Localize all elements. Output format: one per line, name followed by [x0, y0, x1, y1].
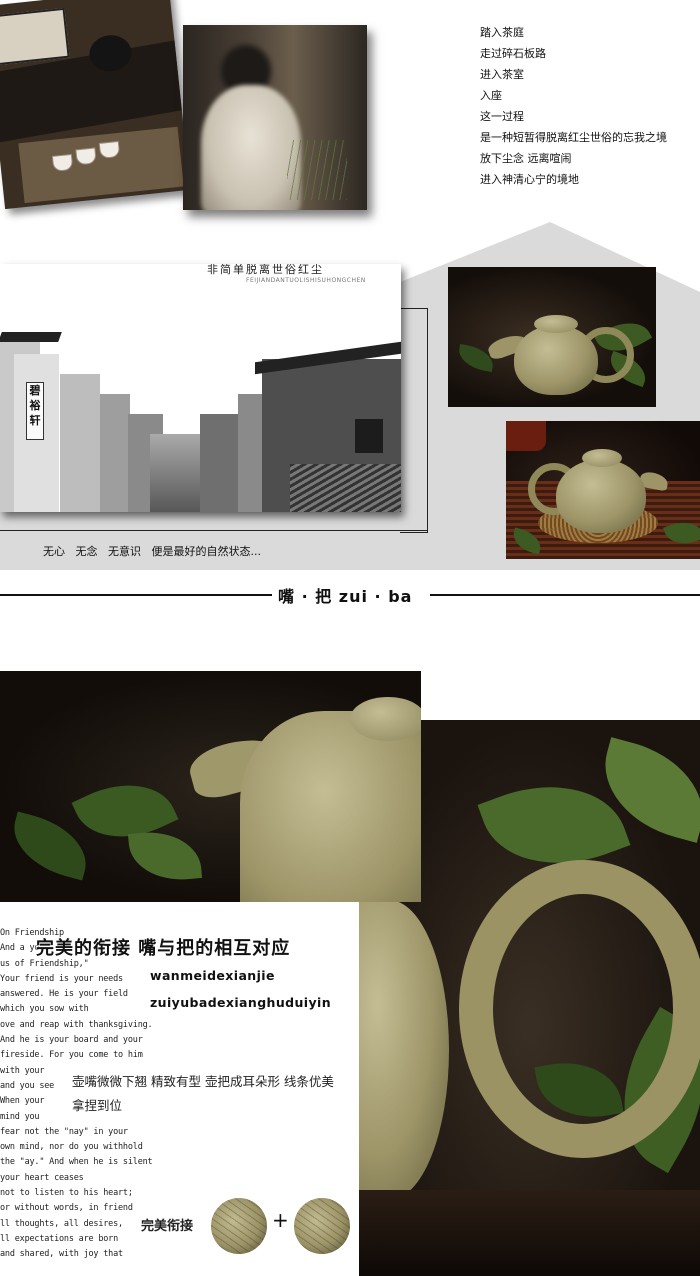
divider-line-right [430, 594, 700, 596]
english-poem-line: And he is your board and your [0, 1035, 143, 1046]
teapot-photo-2 [506, 421, 700, 559]
poem-line: 这一过程 [480, 110, 524, 123]
teapot-body-edge [359, 900, 449, 1200]
frame-line-bottom [0, 530, 427, 531]
shop-sign-text: 碧裕轩 [29, 384, 41, 427]
english-poem-line: fireside. For you come to him [0, 1050, 143, 1061]
tagline: 无心 无念 无意识 便是最好的自然状态... [43, 545, 261, 558]
red-cup [506, 421, 546, 451]
perfect-join-label: 完美衔接 [141, 1219, 194, 1234]
plus-sign: + [272, 1208, 289, 1232]
photo-caption-cn: 非简单脱离世俗红尘 [207, 264, 324, 276]
teapot-handle-large [459, 860, 700, 1158]
english-poem-line: your heart ceases [0, 1172, 84, 1183]
building [200, 414, 240, 512]
tea-table-photo [0, 0, 191, 210]
english-poem-line: not to listen to his heart; [0, 1188, 133, 1199]
building [60, 374, 100, 512]
english-poem-line: ll thoughts, all desires, [0, 1218, 123, 1229]
window [355, 419, 383, 453]
poem-line: 放下尘念 远离喧闹 [480, 152, 572, 165]
english-poem-line: ll expectations are born [0, 1233, 119, 1244]
blurred-figure [201, 85, 301, 210]
poem-line: 走过碎石板路 [480, 47, 546, 60]
tiled-roof [290, 464, 401, 512]
leaf [127, 828, 203, 884]
english-poem-line: or without words, in friend [0, 1203, 133, 1214]
english-poem-line: and shared, with joy that [0, 1249, 123, 1260]
portrait-photo [183, 25, 367, 210]
poem-line: 踏入茶庭 [480, 26, 524, 39]
divider-line-left [0, 594, 272, 596]
detail-heading: 完美的衔接 嘴与把的相互对应 [36, 938, 291, 959]
grass [287, 140, 347, 200]
photo-caption-en: FEIJIANDANTUOLISHISUHONGCHEN [246, 277, 366, 284]
teapot-spout-closeup-photo [0, 671, 421, 902]
detail-description: 壶嘴微微下翘 精致有型 壶把成耳朵形 线条优美 拿捏到位 [72, 1070, 348, 1118]
english-poem-line: which you sow with [0, 1004, 89, 1015]
handle-thumbnail [294, 1198, 350, 1254]
english-poem-line: answered. He is your field [0, 989, 128, 1000]
section-title: 嘴 · 把 zui · ba [278, 587, 413, 606]
english-poem-line: Your friend is your needs [0, 973, 123, 984]
teapot-lid-large [350, 697, 421, 741]
poem-line: 进入茶室 [480, 68, 524, 81]
spout-thumbnail [211, 1198, 267, 1254]
pinyin-line-2: zuiyubadexianghuduiyin [150, 995, 332, 1010]
pinyin-line-1: wanmeidexianjie [150, 968, 275, 983]
poem-line: 是一种短暂得脱离红尘世俗的忘我之境 [480, 131, 667, 144]
english-poem-line: own mind, nor do you withhold [0, 1142, 143, 1153]
water-town-photo: 非简单脱离世俗红尘 FEIJIANDANTUOLISHISUHONGCHEN 碧… [0, 264, 401, 512]
table-surface [359, 1190, 700, 1276]
teapot-body [514, 325, 598, 395]
roof [0, 332, 62, 342]
calligraphy-scroll [0, 7, 70, 66]
building [100, 394, 130, 512]
english-poem-line: fear not the "nay" in your [0, 1126, 128, 1137]
tea-mat [18, 126, 184, 204]
teapot-lid [534, 315, 578, 333]
teapot-body [556, 459, 646, 533]
teapot-photo-1 [448, 267, 656, 407]
shop-sign: 碧裕轩 [26, 382, 44, 440]
teapot-lid [582, 449, 622, 467]
frame-line [400, 308, 428, 533]
english-poem-line: the "ay." And when he is silent [0, 1157, 153, 1168]
poem-line: 进入神清心宁的境地 [480, 173, 579, 186]
english-poem-line: ove and reap with thanksgiving. [0, 1019, 153, 1030]
intro-poem: 踏入茶庭走过碎石板路 进入茶室入座这一过程是一种短暂得脱离红尘世俗的忘我之境 放下尘… [480, 22, 695, 190]
poem-line: 入座 [480, 89, 502, 102]
